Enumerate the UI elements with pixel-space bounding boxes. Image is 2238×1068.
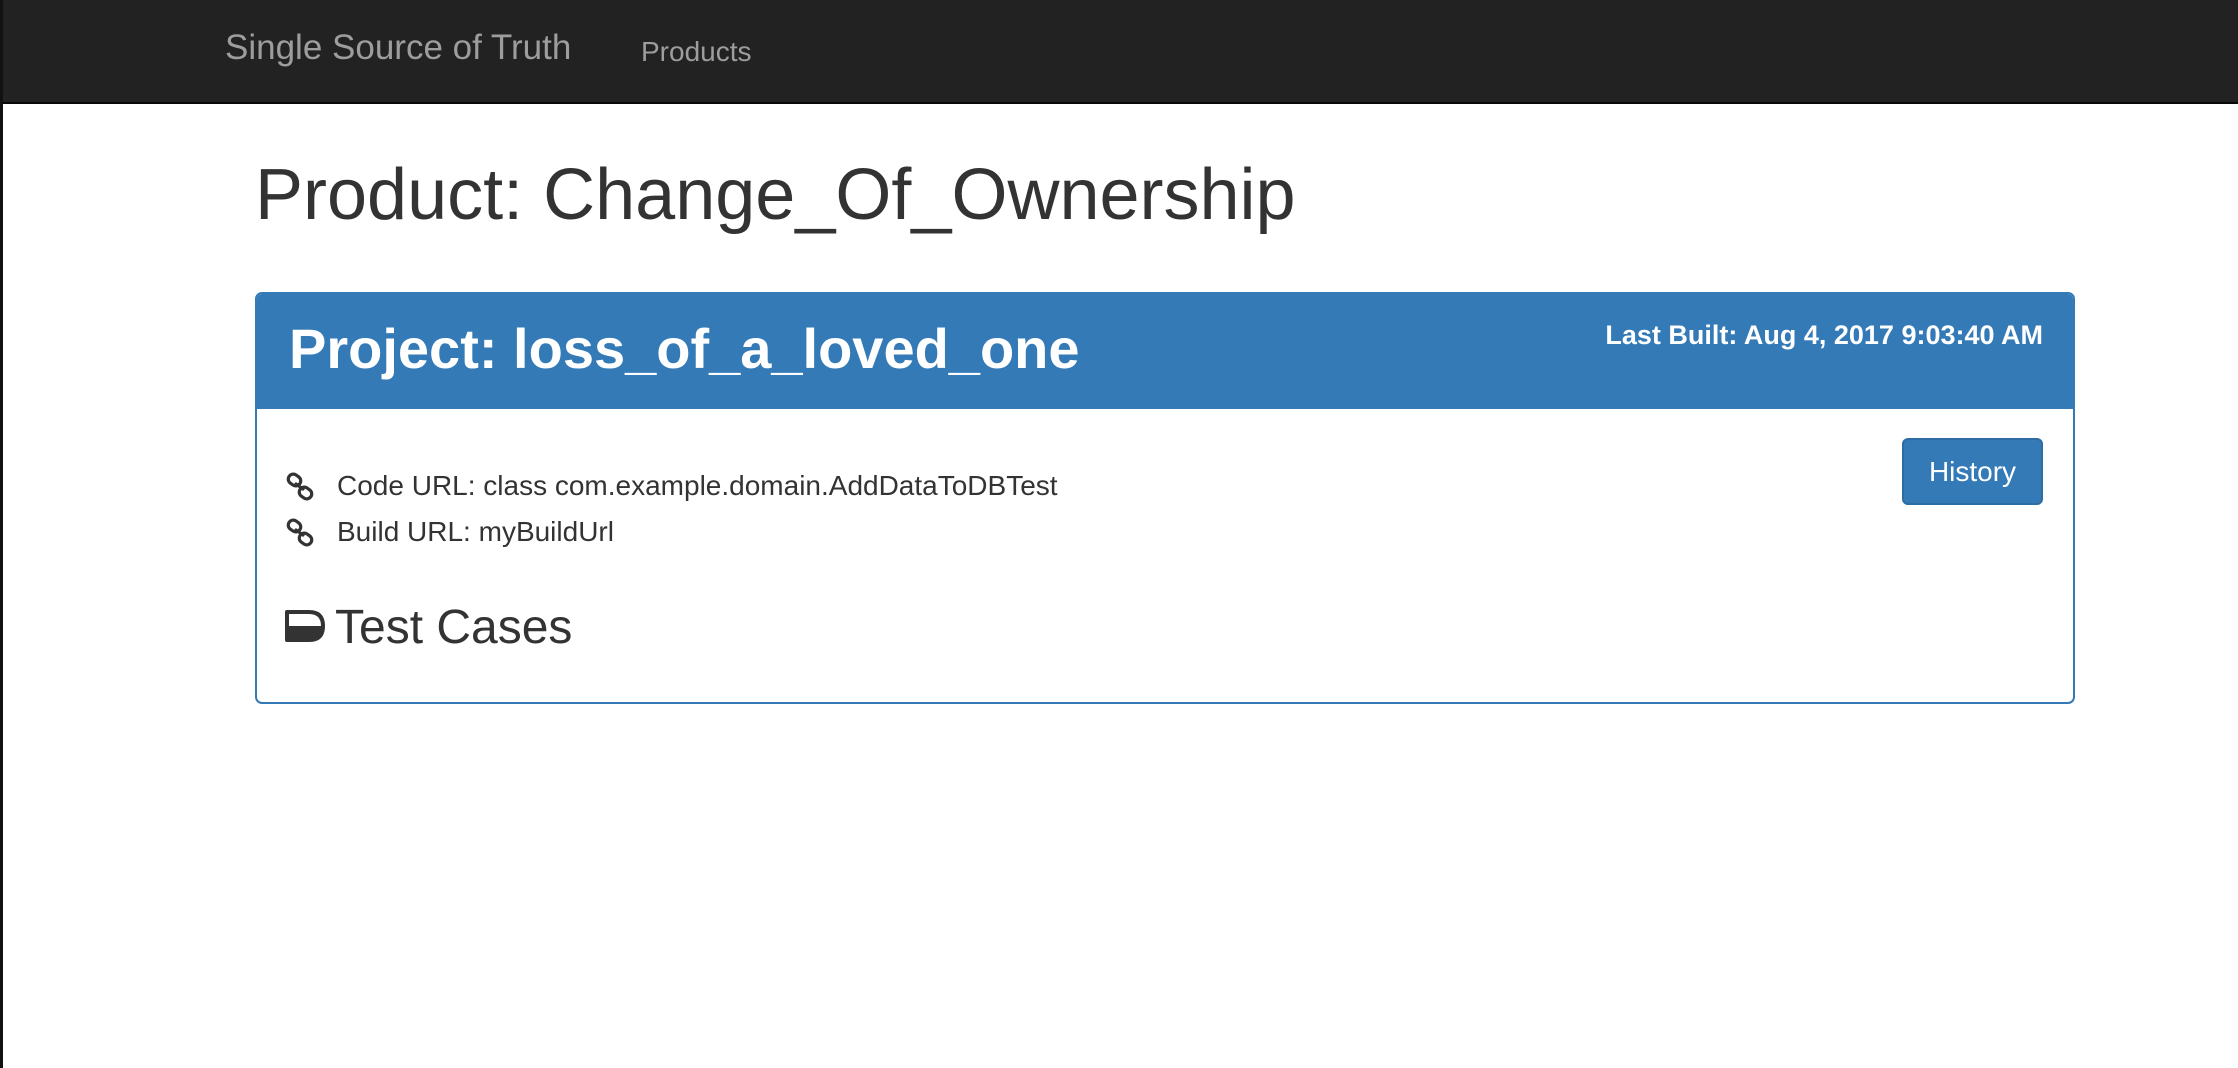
project-title: Project: loss_of_a_loved_one <box>289 317 1080 380</box>
app-window: Single Source of Truth Products Product:… <box>0 0 2238 1068</box>
link-icon <box>285 472 315 502</box>
navbar-brand[interactable]: Single Source of Truth <box>225 28 571 68</box>
history-button[interactable]: History <box>1902 438 2043 505</box>
project-panel-heading: Project: loss_of_a_loved_one Last Built:… <box>257 294 2073 409</box>
nav-link-products[interactable]: Products <box>641 36 752 68</box>
last-built-timestamp: Last Built: Aug 4, 2017 9:03:40 AM <box>1605 320 2043 350</box>
test-cases-title: Test Cases <box>335 601 573 654</box>
top-navbar: Single Source of Truth Products <box>3 0 2238 104</box>
build-url-text: Build URL: myBuildUrl <box>337 516 614 547</box>
tag-icon <box>283 608 327 644</box>
code-url-text: Code URL: class com.example.domain.AddDa… <box>337 470 1058 501</box>
link-icon <box>285 518 315 548</box>
page-title: Product: Change_Of_Ownership <box>255 155 1296 235</box>
